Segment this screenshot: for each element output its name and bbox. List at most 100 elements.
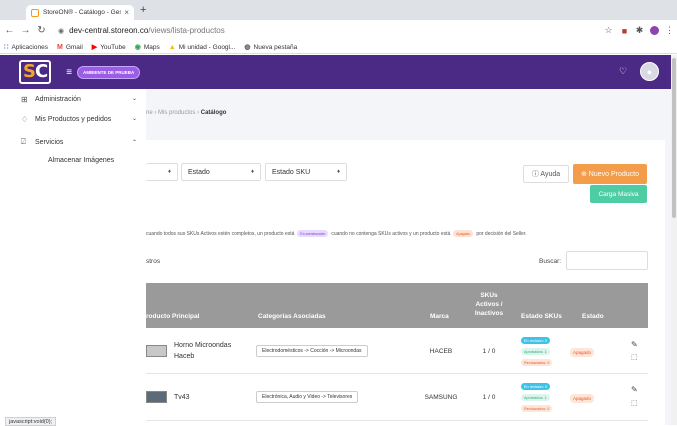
star-icon[interactable]: ☆ [602, 23, 615, 38]
forward-icon[interactable]: → [19, 25, 32, 36]
extension-icon[interactable]: ■ [618, 23, 631, 38]
avatar[interactable]: ● [640, 62, 659, 81]
chevron-down-icon[interactable]: ⌄ [132, 115, 137, 122]
th-estado-skus[interactable]: Estado SKUs [521, 313, 562, 320]
bookmark-4[interactable]: ▲ Mi unidad - Googl... [169, 44, 236, 51]
trash-icon[interactable]: ⬚ [631, 353, 638, 361]
bookmark-0[interactable]: ∷ Aplicaciones [4, 43, 48, 52]
new-tab-button[interactable]: + [140, 5, 146, 16]
estado-select-value: Estado [188, 168, 210, 176]
th-estado[interactable]: Estado [582, 313, 604, 320]
table-row: Tv43 Electrónica, Audio y Video -> Telev… [146, 375, 648, 421]
status-info-text: cuando todos sus SKUs Activos estén comp… [146, 230, 527, 237]
link-icon: ⍁ [21, 137, 26, 146]
product-name-line2: Haceb [174, 353, 195, 360]
select-caret-icon: ♦ [167, 169, 171, 175]
brand-cell: HACEB [429, 348, 453, 355]
sidebar-item-administracion[interactable]: ⊞ Administración [21, 95, 81, 104]
tab-title: StoreON® - Catálogo - Gestión [43, 9, 122, 16]
bookmark-label: YouTube [100, 43, 126, 51]
estado-select[interactable]: Estado ♦ [181, 163, 261, 181]
th-skus-line3: Inactivos [474, 310, 504, 317]
status-review-badge: En revisión: 0 [521, 337, 551, 344]
bell-icon[interactable]: ♡ [619, 66, 627, 77]
reload-icon[interactable]: ↻ [35, 25, 48, 36]
bookmark-1[interactable]: M Gmail [57, 44, 83, 51]
status-review-badge: En revisión: 0 [521, 383, 551, 390]
back-icon[interactable]: ← [3, 25, 16, 36]
bookmark-2[interactable]: ▶ YouTube [91, 43, 126, 52]
status-approved-badge: Aprobados: 1 [521, 348, 550, 355]
bookmark-label: Aplicaciones [11, 43, 48, 51]
breadcrumb-partial[interactable]: ne [146, 110, 153, 116]
sidebar-item-label: Administración [35, 96, 81, 103]
th-marca[interactable]: Marca [430, 313, 449, 320]
select-caret-icon: ♦ [336, 169, 340, 175]
close-tab-icon[interactable]: × [124, 8, 129, 17]
sidebar-item-mis-productos[interactable]: ♢ Mis Productos y pedidos [21, 115, 111, 124]
browser-tab[interactable]: StoreON® - Catálogo - Gestión × [26, 5, 134, 20]
sidebar-item-label: Servicios [35, 138, 64, 146]
url-path: /views/lista-productos [148, 26, 225, 35]
url-domain: dev-central.storeon.co [69, 26, 149, 35]
logo-s: S [23, 61, 36, 82]
en-construccion-badge: En construcción [297, 230, 329, 237]
favicon-icon [31, 8, 39, 17]
bookmarks-bar: ∷ Aplicaciones M Gmail ▶ YouTube ◉ Maps ▲ Mi unid… [0, 41, 677, 54]
product-thumbnail [146, 345, 167, 357]
estado-sku-select-value: Estado SKU [272, 168, 311, 176]
th-producto[interactable]: roducto Principal [146, 313, 199, 320]
product-name[interactable]: Tv43 [174, 392, 190, 403]
browser-toolbar: ← → ↻ ◉ dev-central.storeon.co /views/li… [0, 20, 677, 41]
breadcrumb: ne › Mis productos › Catálogo [146, 110, 226, 116]
page-scrollbar-thumb[interactable] [672, 58, 676, 218]
bookmark-label: Mi unidad - Googl... [178, 43, 236, 51]
maps-icon: ◉ [134, 44, 141, 51]
chevron-up-icon[interactable]: ⌃ [132, 139, 137, 146]
product-name-line1: Horno Microondas [174, 342, 232, 349]
estado-sku-select[interactable]: Estado SKU ♦ [265, 163, 347, 181]
sku-count-cell: 1 / 0 [482, 394, 496, 401]
edit-icon[interactable]: ✎ [631, 385, 638, 394]
th-categorias[interactable]: Categorías Asociadas [258, 313, 326, 320]
product-thumbnail [146, 391, 167, 403]
status-rejected-badge: Rechazados: 0 [521, 359, 553, 366]
product-name[interactable]: Horno Microondas Haceb [174, 340, 231, 362]
bookmark-5[interactable]: ◍ Nueva pestaña [244, 43, 297, 52]
edit-icon[interactable]: ✎ [631, 340, 638, 349]
bookmark-label: Maps [143, 43, 160, 51]
brand-cell: SAMSUNG [424, 394, 458, 401]
menu-toggle-icon[interactable]: ≡ [66, 67, 72, 78]
select-caret-icon: ♦ [250, 169, 254, 175]
th-skus-line2: Activos / [475, 301, 503, 308]
bookmark-3[interactable]: ◉ Maps [134, 43, 160, 52]
profile-icon[interactable] [648, 23, 661, 38]
address-bar[interactable]: ◉ dev-central.storeon.co /views/lista-pr… [58, 23, 606, 38]
info-text-part1: cuando todos sus SKUs Activos estén comp… [146, 230, 295, 237]
filter-select-partial[interactable]: ♦ [146, 163, 178, 181]
status-rejected-badge: Rechazados: 0 [521, 405, 553, 412]
new-product-button[interactable]: ⊕ Nuevo Producto [573, 164, 647, 184]
app-header: SC ≡ AMBIENTE DE PRUEBA ♡ ● [0, 55, 671, 89]
sidebar-item-label: Mis Productos y pedidos [35, 116, 112, 123]
youtube-icon: ▶ [91, 44, 98, 51]
apagado-badge: Apagado [453, 230, 474, 237]
breadcrumb-mis-productos[interactable]: Mis productos [158, 110, 195, 116]
globe-icon: ◍ [244, 44, 251, 51]
table-row: Horno Microondas Haceb Electrodomésticos… [146, 328, 648, 374]
search-input[interactable] [566, 251, 648, 270]
trash-icon[interactable]: ⬚ [631, 399, 638, 407]
storeon-logo[interactable]: SC [19, 60, 52, 84]
apps-grid-icon: ∷ [4, 44, 9, 51]
help-button[interactable]: ⓘ Ayuda [523, 165, 569, 183]
category-tag: Electrodomésticos -> Cocción -> Microond… [256, 345, 368, 357]
menu-dots-icon[interactable]: ⋮ [663, 23, 676, 38]
puzzle-icon[interactable]: ✱ [633, 23, 646, 38]
chevron-down-icon[interactable]: ⌄ [132, 95, 137, 102]
sidebar-subitem-almacenar-imagenes[interactable]: Almacenar Imágenes [48, 157, 114, 164]
bulk-load-button[interactable]: Carga Masiva [590, 185, 647, 203]
th-skus-line1: SKUs [480, 292, 498, 299]
th-skus[interactable]: SKUs Activos / Inactivos [469, 291, 509, 318]
product-name-line1: Tv43 [174, 394, 190, 401]
sidebar-item-servicios[interactable]: ⍁ Servicios [21, 137, 63, 147]
